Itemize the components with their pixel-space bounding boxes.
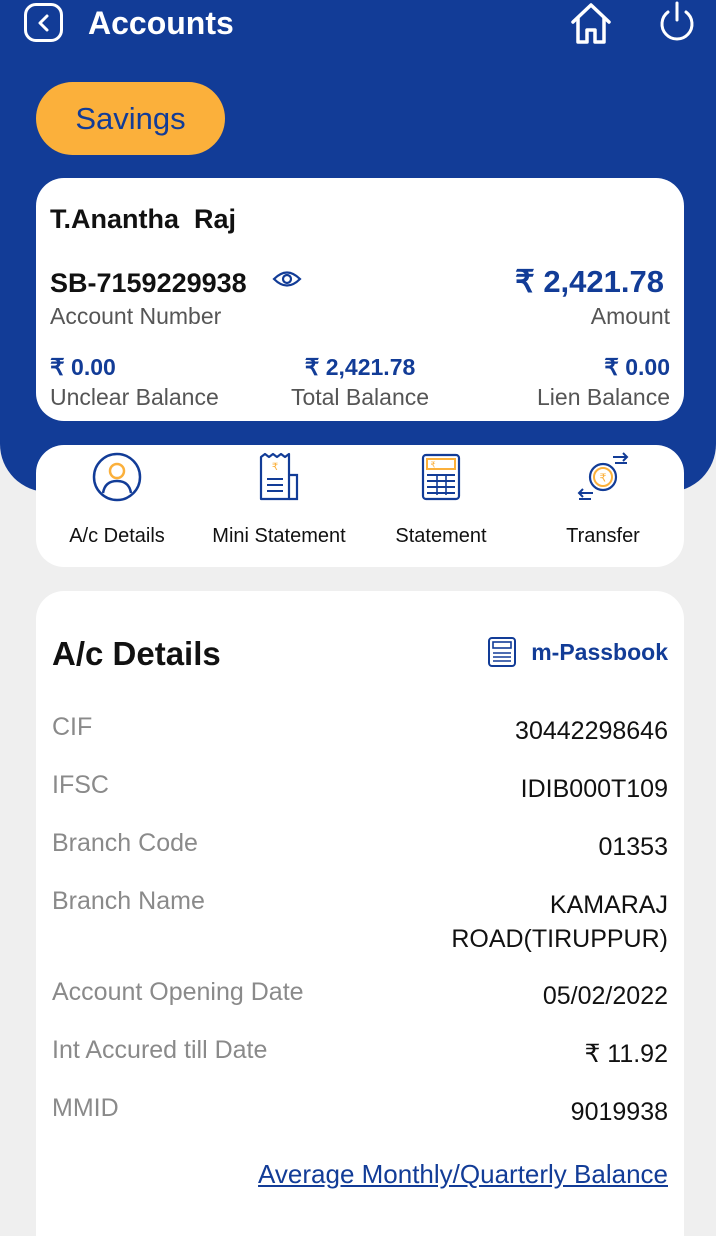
interest-accrued-label: Int Accured till Date [52,1036,268,1064]
account-holder-name: T.Anantha Raj [50,204,237,234]
interest-accrued-value: ₹ 11.92 [584,1040,668,1068]
action-mini-statement[interactable]: ₹ Mini Statement [198,445,360,567]
branch-name-value: KAMARAJ ROAD(TIRUPPUR) [451,888,668,956]
details-title: A/c Details [52,635,221,672]
m-passbook-label: m-Passbook [531,638,668,665]
unclear-balance-label: Unclear Balance [50,384,219,410]
branch-code-label: Branch Code [52,829,198,857]
opening-date-value: 05/02/2022 [542,982,668,1010]
statement-icon: ₹ [421,453,461,501]
action-label: A/c Details [69,525,165,547]
m-passbook-button[interactable]: m-Passbook [487,636,668,668]
action-label: Transfer [566,525,640,547]
chevron-left-icon [38,14,48,31]
lien-balance-label: Lien Balance [537,384,670,410]
total-balance-value: ₹ 2,421.78 [304,354,416,380]
branch-name-line-2: ROAD(TIRUPPUR) [451,925,668,953]
receipt-icon: ₹ [259,452,299,501]
ifsc-value: IDIB000T109 [520,775,668,803]
quick-actions-bar: A/c Details ₹ Mini Statement ₹ Statement [36,445,684,567]
page-title: Accounts [88,5,234,41]
mmid-value: 9019938 [570,1098,668,1126]
action-transfer[interactable]: ₹ Transfer [522,445,684,567]
back-button[interactable] [24,3,63,42]
branch-name-label: Branch Name [52,887,205,915]
mmid-label: MMID [52,1094,119,1122]
account-number: SB-7159229938 [50,268,247,298]
account-summary-card: T.Anantha Raj SB-7159229938 Account Numb… [36,178,684,421]
action-label: Statement [395,525,487,547]
cif-label: CIF [52,713,93,741]
svg-text:₹: ₹ [430,461,435,470]
branch-name-line-1: KAMARAJ [549,891,668,919]
account-details-panel: A/c Details m-Passbook CIF 30442298646 I… [36,591,684,1236]
account-number-label: Account Number [50,303,222,329]
lien-balance-value: ₹ 0.00 [604,354,670,380]
transfer-icon: ₹ [577,452,629,500]
action-statement[interactable]: ₹ Statement [360,445,522,567]
tab-savings[interactable]: Savings [36,82,225,155]
eye-icon[interactable] [272,268,302,290]
user-circle-icon [92,452,142,502]
action-ac-details[interactable]: A/c Details [36,445,198,567]
opening-date-label: Account Opening Date [52,978,304,1006]
home-icon [571,3,611,44]
svg-text:₹: ₹ [600,472,607,485]
total-balance-label: Total Balance [290,384,430,410]
logout-button[interactable] [656,0,698,44]
svg-text:₹: ₹ [272,462,278,473]
amount-label: Amount [590,303,670,329]
power-icon [660,1,694,41]
account-amount: ₹ 2,421.78 [514,264,664,299]
action-label: Mini Statement [212,525,346,547]
average-balance-link[interactable]: Average Monthly/Quarterly Balance [258,1159,668,1190]
passbook-icon [488,637,517,667]
cif-value: 30442298646 [515,717,668,745]
unclear-balance-value: ₹ 0.00 [50,354,116,380]
home-button[interactable] [567,0,615,46]
ifsc-label: IFSC [52,771,109,799]
branch-code-value: 01353 [598,833,668,861]
